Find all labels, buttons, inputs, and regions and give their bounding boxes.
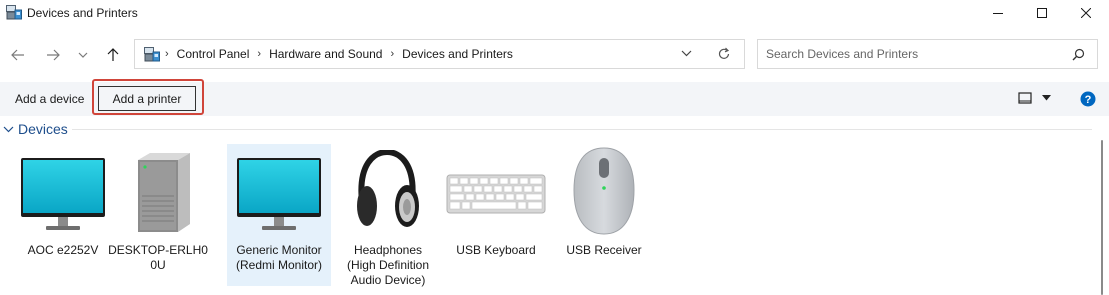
devices-view: Devices AOC e2252V DESKTOP-ERLH0 0U Gene… [0,116,1109,295]
device-label-line: (Redmi Monitor) [235,258,322,272]
breadcrumb-separator-icon[interactable]: › [257,48,261,60]
mouse-icon [573,147,635,235]
device-image [227,144,331,240]
back-button[interactable] [6,44,30,66]
device-label-line: Generic Monitor [236,243,322,257]
device-image [336,144,440,240]
close-icon [1081,8,1091,18]
device-image [444,144,548,240]
group-divider [72,129,1092,130]
headphones-icon [357,150,419,227]
title-bar: Devices and Printers [0,0,1109,26]
device-label-line: USB Keyboard [456,243,536,257]
device-label-line: USB Receiver [566,243,642,257]
monitor-icon [21,158,105,230]
close-button[interactable] [1063,0,1109,26]
refresh-icon[interactable] [717,47,731,61]
monitor-icon [237,158,321,230]
device-aoc-e2252v[interactable]: AOC e2252V [11,144,115,286]
maximize-button[interactable] [1019,0,1065,26]
devices-group-title: Devices [18,121,68,137]
minimize-icon [993,13,1003,14]
chevron-down-icon [78,52,88,58]
help-icon[interactable]: ? [1080,91,1096,107]
add-device-button[interactable]: Add a device [8,88,91,110]
navigation-bar: › Control Panel › Hardware and Sound › D… [0,26,1109,82]
view-options-icon[interactable] [1018,91,1032,105]
command-bar: Add a device Add a printer ? [0,82,1109,116]
device-desktop-erlh00u[interactable]: DESKTOP-ERLH0 0U [106,144,210,286]
device-label-line: Audio Device) [350,273,426,287]
breadcrumb-separator-icon[interactable]: › [390,48,394,60]
device-image [552,144,656,240]
breadcrumb-hardware-and-sound[interactable]: Hardware and Sound [269,47,382,61]
device-image [11,144,115,240]
device-label-line: (High Definition [346,258,430,272]
device-label: DESKTOP-ERLH0 0U [106,243,210,273]
device-label-line: AOC e2252V [27,243,99,257]
keyboard-icon [446,174,546,214]
recent-locations-button[interactable] [71,44,95,66]
device-label: USB Keyboard [444,243,548,258]
maximize-icon [1037,8,1047,18]
device-label: USB Receiver [552,243,656,258]
up-button[interactable] [101,44,125,66]
device-headphones[interactable]: Headphones (High Definition Audio Device… [336,144,440,288]
arrow-left-icon [11,49,24,61]
chevron-down-icon[interactable] [681,48,692,60]
arrow-right-icon [47,49,60,61]
devices-group-header[interactable]: Devices [3,119,68,139]
devices-and-printers-icon [144,47,160,62]
view-dropdown-icon[interactable] [1042,95,1051,101]
device-label: Headphones (High Definition Audio Device… [336,243,440,288]
device-label-line: DESKTOP-ERLH0 [108,243,208,257]
search-icon[interactable] [1072,48,1085,61]
window-title: Devices and Printers [27,6,138,20]
breadcrumb-devices-and-printers[interactable]: Devices and Printers [402,47,513,61]
device-label: AOC e2252V [11,243,115,258]
address-bar[interactable]: › Control Panel › Hardware and Sound › D… [134,39,745,69]
device-image [106,144,210,240]
devices-and-printers-icon [6,5,22,20]
breadcrumb: › Control Panel › Hardware and Sound › D… [165,40,513,68]
arrow-up-icon [107,48,119,61]
device-usb-receiver[interactable]: USB Receiver [552,144,656,286]
device-label-line: 0U [150,258,166,272]
search-box[interactable] [757,39,1098,69]
chevron-down-icon [3,126,14,132]
device-usb-keyboard[interactable]: USB Keyboard [444,144,548,286]
computer-tower-icon [138,153,190,232]
svg-text:?: ? [1085,94,1092,106]
breadcrumb-separator-icon[interactable]: › [165,48,169,60]
device-label: Generic Monitor (Redmi Monitor) [227,243,331,273]
search-input[interactable] [766,40,1066,68]
breadcrumb-control-panel[interactable]: Control Panel [177,47,250,61]
forward-button[interactable] [41,44,65,66]
minimize-button[interactable] [975,0,1021,26]
device-generic-monitor[interactable]: Generic Monitor (Redmi Monitor) [227,144,331,286]
device-label-line: Headphones [353,243,423,257]
add-printer-button[interactable]: Add a printer [98,86,196,111]
vertical-scrollbar[interactable] [1101,140,1103,295]
